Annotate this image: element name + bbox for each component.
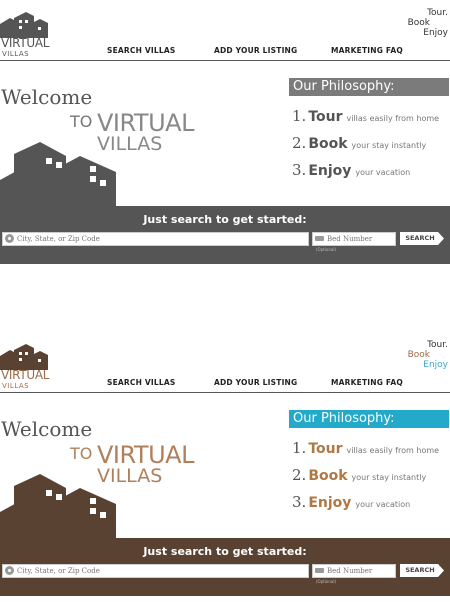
logo[interactable]: VIRTUAL VILLAS bbox=[0, 10, 60, 58]
philosophy-item-enjoy: 3. Enjoy your vacation bbox=[292, 160, 410, 180]
tagline: Tour. Book Enjoy bbox=[408, 340, 448, 370]
philosophy-item-enjoy: 3. Enjoy your vacation bbox=[292, 492, 410, 512]
bed-field[interactable] bbox=[312, 564, 396, 578]
philosophy-num: 2. bbox=[292, 466, 307, 484]
philosophy-num: 1. bbox=[292, 107, 307, 125]
philosophy-desc: your stay instantly bbox=[351, 141, 427, 150]
philosophy-word: Book bbox=[308, 468, 348, 484]
nav-marketing-faq[interactable]: MARKETING FAQ bbox=[331, 378, 403, 387]
logo-subtitle: VILLAS bbox=[2, 382, 30, 390]
search-button-label: SEARCH bbox=[405, 234, 435, 242]
philosophy-word: Enjoy bbox=[308, 495, 352, 511]
philosophy-word: Enjoy bbox=[308, 163, 352, 179]
tagline-enjoy: Enjoy bbox=[423, 28, 448, 38]
philosophy-word: Tour bbox=[308, 441, 343, 457]
philosophy-num: 1. bbox=[292, 439, 307, 457]
philosophy-item-book: 2. Book your stay instantly bbox=[292, 133, 426, 153]
welcome-heading: Welcome bbox=[1, 417, 93, 441]
logo-title: VIRTUAL bbox=[1, 368, 50, 382]
search-panel: Just search to get started: (Optional) S… bbox=[0, 538, 450, 596]
bed-field[interactable] bbox=[312, 232, 396, 246]
philosophy-desc: your vacation bbox=[355, 500, 411, 509]
philosophy-desc: villas easily from home bbox=[346, 446, 440, 455]
mockup-gray: VIRTUAL VILLAS Tour. Book Enjoy SEARCH V… bbox=[0, 0, 450, 270]
tagline-tour: Tour. bbox=[427, 340, 448, 350]
logo-buildings-icon bbox=[0, 12, 48, 38]
tagline-tour: Tour. bbox=[427, 8, 448, 18]
main-nav: SEARCH VILLAS ADD YOUR LISTING MARKETING… bbox=[107, 378, 427, 390]
location-pin-icon bbox=[5, 234, 14, 243]
philosophy-word: Book bbox=[308, 136, 348, 152]
philosophy-item-tour: 1. Tour villas easily from home bbox=[292, 106, 439, 126]
welcome-to: TO bbox=[70, 112, 93, 131]
search-button[interactable]: SEARCH bbox=[400, 564, 444, 577]
nav-search-villas[interactable]: SEARCH VILLAS bbox=[107, 46, 175, 55]
tagline: Tour. Book Enjoy bbox=[408, 8, 448, 38]
philosophy-num: 2. bbox=[292, 134, 307, 152]
nav-add-your-listing[interactable]: ADD YOUR LISTING bbox=[214, 378, 297, 387]
philosophy-word: Tour bbox=[308, 109, 343, 125]
tagline-book: Book bbox=[407, 18, 430, 28]
philosophy-num: 3. bbox=[292, 493, 307, 511]
location-field[interactable] bbox=[2, 232, 309, 246]
bed-input[interactable] bbox=[327, 233, 393, 245]
search-title: Just search to get started: bbox=[143, 213, 307, 226]
philosophy-desc: your vacation bbox=[355, 168, 411, 177]
location-input[interactable] bbox=[17, 565, 302, 577]
search-title: Just search to get started: bbox=[143, 545, 307, 558]
main-nav: SEARCH VILLAS ADD YOUR LISTING MARKETING… bbox=[107, 46, 427, 58]
welcome-heading: Welcome bbox=[1, 85, 93, 109]
philosophy-item-tour: 1. Tour villas easily from home bbox=[292, 438, 439, 458]
philosophy-desc: your stay instantly bbox=[351, 473, 427, 482]
nav-divider bbox=[0, 60, 450, 61]
mockup-brown: VIRTUAL VILLAS Tour. Book Enjoy SEARCH V… bbox=[0, 332, 450, 602]
location-input[interactable] bbox=[17, 233, 302, 245]
location-pin-icon bbox=[5, 566, 14, 575]
bed-input[interactable] bbox=[327, 565, 393, 577]
buildings-illustration bbox=[0, 474, 116, 538]
buildings-illustration bbox=[0, 142, 116, 206]
logo-buildings-icon bbox=[0, 344, 48, 370]
bed-optional-note: (Optional) bbox=[316, 247, 337, 252]
search-button[interactable]: SEARCH bbox=[400, 232, 444, 245]
nav-search-villas[interactable]: SEARCH VILLAS bbox=[107, 378, 175, 387]
tagline-enjoy: Enjoy bbox=[423, 360, 448, 370]
nav-add-your-listing[interactable]: ADD YOUR LISTING bbox=[214, 46, 297, 55]
tagline-book: Book bbox=[407, 350, 430, 360]
bed-icon bbox=[315, 236, 324, 241]
logo-title: VIRTUAL bbox=[1, 36, 50, 50]
philosophy-desc: villas easily from home bbox=[346, 114, 440, 123]
location-field[interactable] bbox=[2, 564, 309, 578]
welcome-to: TO bbox=[70, 444, 93, 463]
philosophy-heading: Our Philosophy: bbox=[289, 410, 449, 428]
nav-marketing-faq[interactable]: MARKETING FAQ bbox=[331, 46, 403, 55]
philosophy-item-book: 2. Book your stay instantly bbox=[292, 465, 426, 485]
logo[interactable]: VIRTUAL VILLAS bbox=[0, 342, 60, 390]
search-button-label: SEARCH bbox=[405, 566, 435, 574]
bed-optional-note: (Optional) bbox=[316, 579, 337, 584]
philosophy-heading: Our Philosophy: bbox=[289, 78, 449, 96]
nav-divider bbox=[0, 392, 450, 393]
bed-icon bbox=[315, 568, 324, 573]
philosophy-num: 3. bbox=[292, 161, 307, 179]
search-panel: Just search to get started: (Optional) S… bbox=[0, 206, 450, 264]
logo-subtitle: VILLAS bbox=[2, 50, 30, 58]
